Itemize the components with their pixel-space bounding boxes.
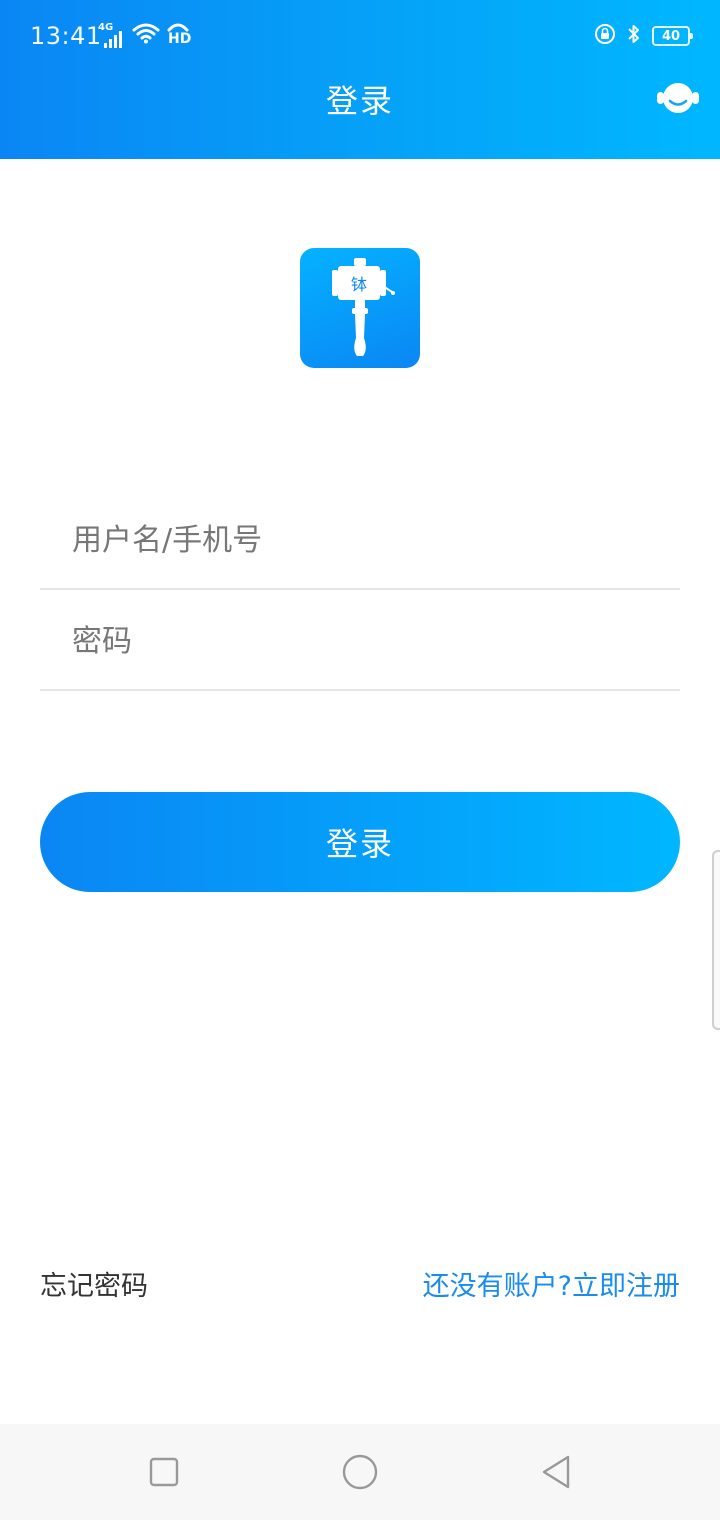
forgot-password-link[interactable]: 忘记密码 (40, 1264, 148, 1303)
system-nav-bar (0, 1424, 720, 1520)
back-icon[interactable] (536, 1452, 576, 1492)
status-left-icons: 4G HD (98, 22, 192, 48)
login-button[interactable]: 登录 (40, 792, 680, 892)
username-field (40, 490, 680, 590)
status-bar: 13:41 4G HD 40 (0, 0, 720, 72)
logo-char: 钵 (351, 275, 367, 294)
app-header: 13:41 4G HD 40 登录 (0, 0, 720, 159)
side-edge-handle[interactable] (712, 850, 720, 1030)
app-logo: 钵 (300, 248, 420, 368)
customer-service-icon[interactable] (656, 80, 700, 116)
hd-call-icon: HD (166, 23, 192, 48)
wifi-icon (132, 22, 160, 48)
home-icon[interactable] (340, 1452, 380, 1492)
username-input[interactable] (70, 490, 670, 590)
register-link[interactable]: 还没有账户?立即注册 (423, 1264, 680, 1303)
page-title: 登录 (325, 82, 394, 120)
status-right-icons: 40 (594, 23, 693, 49)
status-time: 13:41 (30, 22, 102, 50)
recent-apps-icon[interactable] (144, 1452, 184, 1492)
battery-icon: 40 (652, 26, 693, 46)
signal-4g-icon: 4G (98, 22, 126, 48)
bluetooth-icon (626, 23, 642, 49)
rotation-lock-icon (594, 23, 616, 49)
hd-label: HD (168, 31, 192, 47)
password-input[interactable] (70, 591, 670, 691)
password-field (40, 591, 680, 691)
